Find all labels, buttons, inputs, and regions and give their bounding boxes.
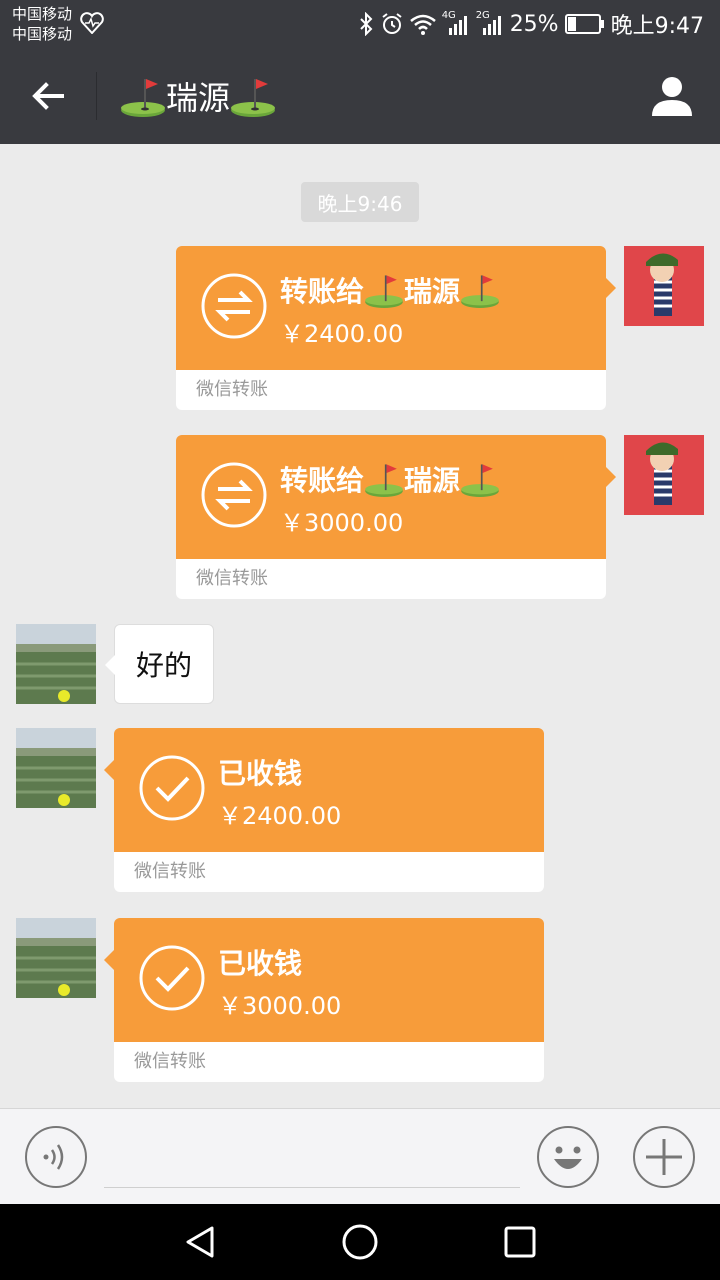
contact-avatar[interactable] [16, 728, 96, 808]
check-circle-icon [139, 755, 205, 821]
emoji-icon[interactable] [536, 1125, 600, 1189]
contact-avatar[interactable] [16, 918, 96, 998]
transfer-prefix: 转账给 [280, 464, 365, 497]
transfer-amount: ￥3000.00 [280, 509, 404, 537]
bubble-tail [606, 278, 616, 298]
received-title: 已收钱 [218, 757, 303, 790]
carrier-info: 中国移动 中国移动 [12, 4, 72, 44]
contact-profile-icon[interactable] [650, 74, 694, 118]
status-icons: 4G 2G 25% 晚上9:47 [358, 8, 704, 40]
message-timestamp: 晚上9:46 [301, 182, 419, 222]
wifi-icon [409, 14, 436, 35]
transfer-recipient: 瑞源 [404, 464, 461, 497]
transfer-arrows-icon [201, 273, 267, 339]
transfer-arrows-icon [201, 462, 267, 528]
chat-title: 瑞源 [120, 72, 276, 120]
my-avatar[interactable] [624, 246, 704, 326]
nav-recent-icon[interactable] [500, 1222, 540, 1262]
transfer-prefix: 转账给 [280, 275, 365, 308]
transfer-card-sent[interactable]: 转账给 瑞源 ￥3000.00 微信转账 [176, 435, 616, 599]
signal-2: 2G [476, 10, 504, 36]
golf-flag-icon [461, 464, 499, 497]
transfer-footer-label: 微信转账 [196, 379, 268, 400]
carrier-2: 中国移动 [12, 25, 73, 43]
golf-flag-icon [231, 79, 276, 117]
clock: 晚上9:47 [610, 14, 704, 39]
golf-flag-icon [461, 275, 499, 308]
nav-home-icon[interactable] [340, 1222, 380, 1262]
status-bar: 中国移动 中国移动 4G 2G 25% 晚上9:47 [0, 0, 720, 48]
signal-bars-icon [482, 16, 501, 35]
alarm-icon [382, 13, 402, 34]
message-text: 好的 [135, 649, 192, 682]
text-message-bubble[interactable]: 好的 [105, 624, 214, 704]
transfer-card-sent[interactable]: 转账给 瑞源 ￥2400.00 微信转账 [176, 246, 616, 410]
golf-flag-icon [365, 464, 403, 497]
transfer-title: 转账给 瑞源 [280, 270, 500, 310]
signal-bars-icon [448, 16, 467, 35]
signal-1: 4G [442, 10, 470, 36]
check-circle-icon [139, 945, 205, 1011]
system-nav-bar [0, 1204, 720, 1280]
transfer-amount: ￥2400.00 [280, 320, 404, 348]
transfer-card-body: 已收钱 ￥3000.00 [114, 918, 544, 1042]
transfer-card-received[interactable]: 已收钱 ￥3000.00 微信转账 [104, 918, 544, 1082]
carrier-1: 中国移动 [12, 5, 73, 23]
transfer-card-body: 已收钱 ￥2400.00 [114, 728, 544, 852]
bluetooth-icon [359, 12, 373, 36]
transfer-card-body: 转账给 瑞源 ￥2400.00 [176, 246, 606, 370]
transfer-footer: 微信转账 [176, 559, 606, 599]
message-input[interactable] [104, 1187, 520, 1188]
back-arrow-icon[interactable] [28, 76, 68, 116]
my-avatar[interactable] [624, 435, 704, 515]
battery-icon [564, 14, 604, 34]
received-amount: ￥2400.00 [218, 802, 342, 830]
heart-rate-icon [80, 12, 104, 34]
contact-avatar[interactable] [16, 624, 96, 704]
bubble-tail [606, 467, 616, 487]
transfer-footer: 微信转账 [176, 370, 606, 410]
bubble-tail [104, 950, 114, 970]
chat-header: 瑞源 [0, 48, 720, 144]
bubble-tail [105, 655, 115, 675]
transfer-footer-label: 微信转账 [134, 1051, 206, 1072]
battery-percent: 25% [509, 11, 559, 37]
transfer-title: 转账给 瑞源 [280, 459, 500, 499]
chat-title-text: 瑞源 [166, 79, 231, 117]
transfer-footer: 微信转账 [114, 852, 544, 892]
plus-icon[interactable] [632, 1125, 696, 1189]
transfer-recipient: 瑞源 [404, 275, 461, 308]
bubble-tail [104, 760, 114, 780]
header-divider [96, 72, 97, 120]
received-amount: ￥3000.00 [218, 992, 342, 1020]
golf-flag-icon [121, 79, 165, 117]
voice-icon[interactable] [24, 1125, 88, 1189]
golf-flag-icon [365, 275, 403, 308]
transfer-card-body: 转账给 瑞源 ￥3000.00 [176, 435, 606, 559]
transfer-footer: 微信转账 [114, 1042, 544, 1082]
transfer-footer-label: 微信转账 [196, 568, 268, 589]
nav-back-icon[interactable] [180, 1222, 220, 1262]
transfer-card-received[interactable]: 已收钱 ￥2400.00 微信转账 [104, 728, 544, 892]
transfer-footer-label: 微信转账 [134, 861, 206, 882]
received-title: 已收钱 [218, 947, 303, 980]
input-bar [0, 1108, 720, 1205]
